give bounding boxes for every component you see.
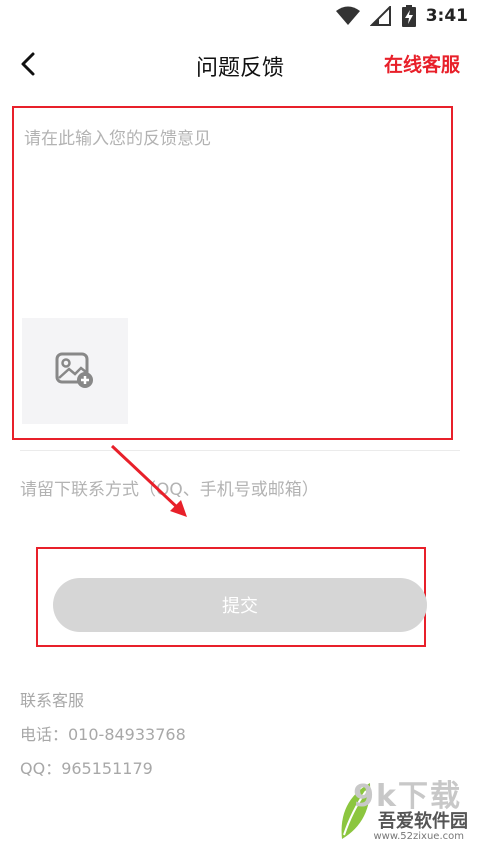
service-qq: QQ：965151179 [20, 759, 153, 778]
signal-icon [369, 6, 391, 26]
service-phone: 电话：010-84933768 [20, 725, 186, 744]
watermark: 9k下载 吾爱软件园 www.52zixue.com [338, 771, 474, 849]
feedback-box [12, 106, 453, 440]
status-time: 3:41 [425, 6, 468, 26]
feedback-input[interactable] [22, 122, 446, 316]
add-image-button[interactable] [22, 318, 128, 424]
divider [20, 450, 460, 451]
status-icons: 3:41 [335, 4, 468, 28]
contact-service-heading: 联系客服 [20, 691, 85, 710]
header: 问题反馈 在线客服 [0, 32, 480, 96]
image-add-icon [55, 352, 93, 388]
contact-input[interactable] [20, 470, 460, 510]
status-bar: 3:41 [0, 0, 480, 32]
watermark-url: www.52zixue.com [373, 831, 465, 842]
watermark-name: 吾爱软件园 [378, 811, 468, 832]
online-service-link[interactable]: 在线客服 [384, 50, 460, 77]
battery-charging-icon [401, 5, 416, 27]
wifi-icon [335, 6, 360, 25]
submit-button[interactable]: 提交 [53, 578, 427, 632]
